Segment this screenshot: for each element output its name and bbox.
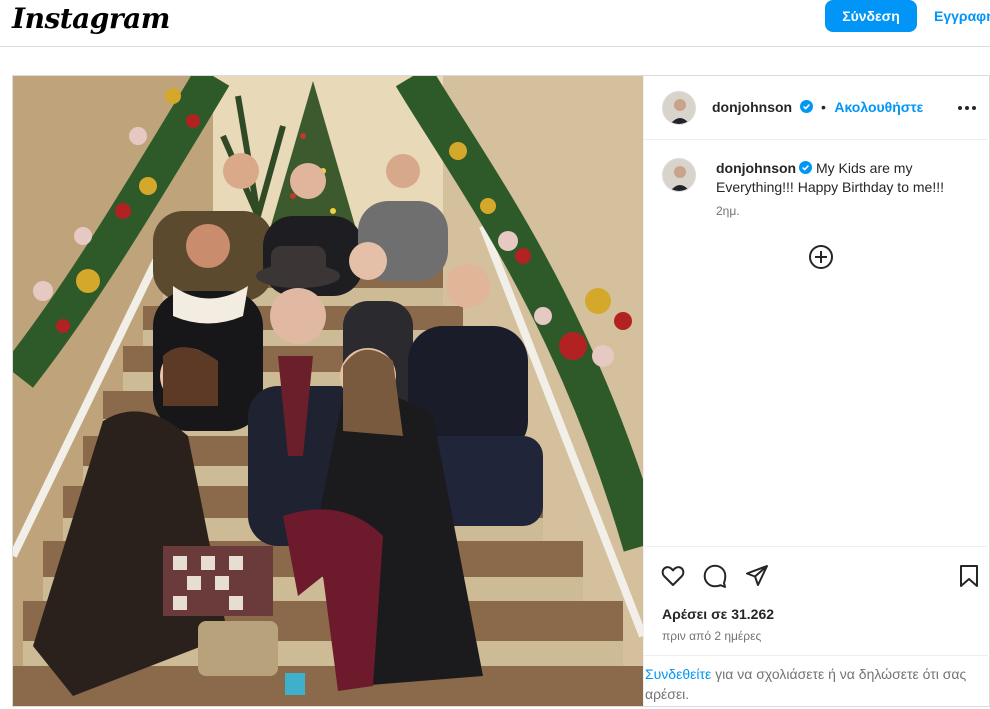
login-button[interactable]: Σύνδεση (825, 0, 917, 32)
login-prompt: Συνδεθείτε για να σχολιάσετε ή να δηλώσε… (644, 655, 990, 707)
more-horizontal-icon[interactable] (956, 98, 978, 118)
post-header: donjohnson • Ακολουθήστε (644, 76, 990, 140)
avatar-image (663, 92, 695, 124)
follow-button[interactable]: Ακολουθήστε (834, 99, 923, 115)
avatar-image (663, 159, 695, 191)
send-icon[interactable] (744, 563, 770, 589)
login-link[interactable]: Συνδεθείτε (645, 666, 711, 682)
bookmark-icon[interactable] (956, 563, 982, 589)
likes-count[interactable]: Αρέσει σε 31.262 (662, 606, 774, 622)
heart-icon[interactable] (660, 563, 686, 589)
post-actions: Αρέσει σε 31.262 πριν από 2 ημέρες Συνδε… (644, 546, 990, 706)
post-side-panel: donjohnson • Ακολουθήστε donjohnson My K (643, 76, 990, 706)
post-photo[interactable] (13, 76, 643, 706)
plus-circle-icon[interactable] (808, 244, 834, 270)
author-username[interactable]: donjohnson (712, 99, 792, 115)
separator-dot: • (821, 99, 826, 115)
author-avatar[interactable] (662, 91, 696, 125)
comment-icon[interactable] (702, 563, 728, 589)
caption-time-ago[interactable]: 2ημ. (716, 204, 740, 218)
caption-avatar[interactable] (662, 158, 696, 192)
verified-badge-icon (799, 100, 813, 113)
caption-username[interactable]: donjohnson (716, 160, 796, 176)
signup-link[interactable]: Εγγραφή (934, 8, 990, 24)
top-bar: Instagram Σύνδεση Εγγραφή (0, 0, 990, 47)
post-date[interactable]: πριν από 2 ημέρες (662, 629, 761, 643)
post-card: donjohnson • Ακολουθήστε donjohnson My K (12, 75, 990, 707)
author-line: donjohnson • Ακολουθήστε (712, 99, 923, 117)
verified-badge-icon (799, 161, 813, 174)
post-caption: donjohnson My Kids are my Everything!!! … (716, 159, 986, 197)
photo-illustration (13, 76, 643, 706)
instagram-logo[interactable]: Instagram (12, 2, 170, 35)
